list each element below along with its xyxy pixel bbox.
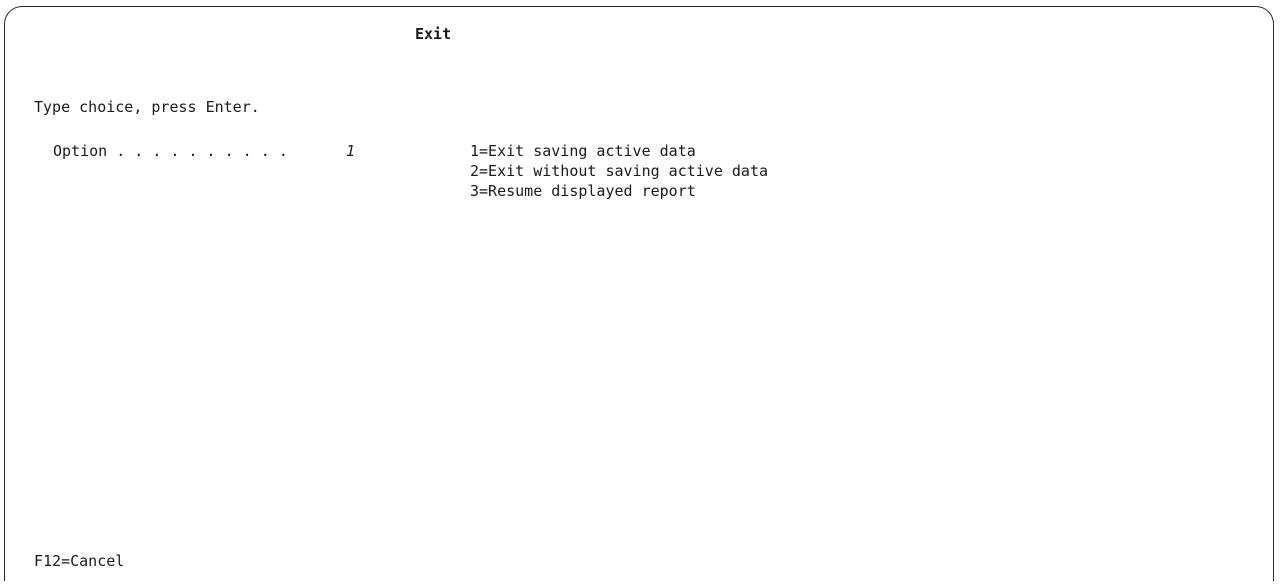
option-choices-list: 1=Exit saving active data 2=Exit without… bbox=[470, 141, 768, 201]
choice-exit-without-saving: 2=Exit without saving active data bbox=[470, 162, 769, 180]
choice-exit-saving: 1=Exit saving active data bbox=[470, 142, 696, 160]
screen-title: Exit bbox=[415, 25, 452, 43]
instruction-text: Type choice, press Enter. bbox=[34, 98, 260, 116]
terminal-screen: Exit Type choice, press Enter. Option . … bbox=[4, 6, 1274, 581]
option-input-field[interactable]: 1 bbox=[346, 141, 360, 161]
option-label: Option . . . . . . . . . . bbox=[53, 142, 288, 160]
f12-cancel-key[interactable]: F12=Cancel bbox=[34, 551, 124, 571]
choice-resume-report: 3=Resume displayed report bbox=[470, 182, 696, 200]
